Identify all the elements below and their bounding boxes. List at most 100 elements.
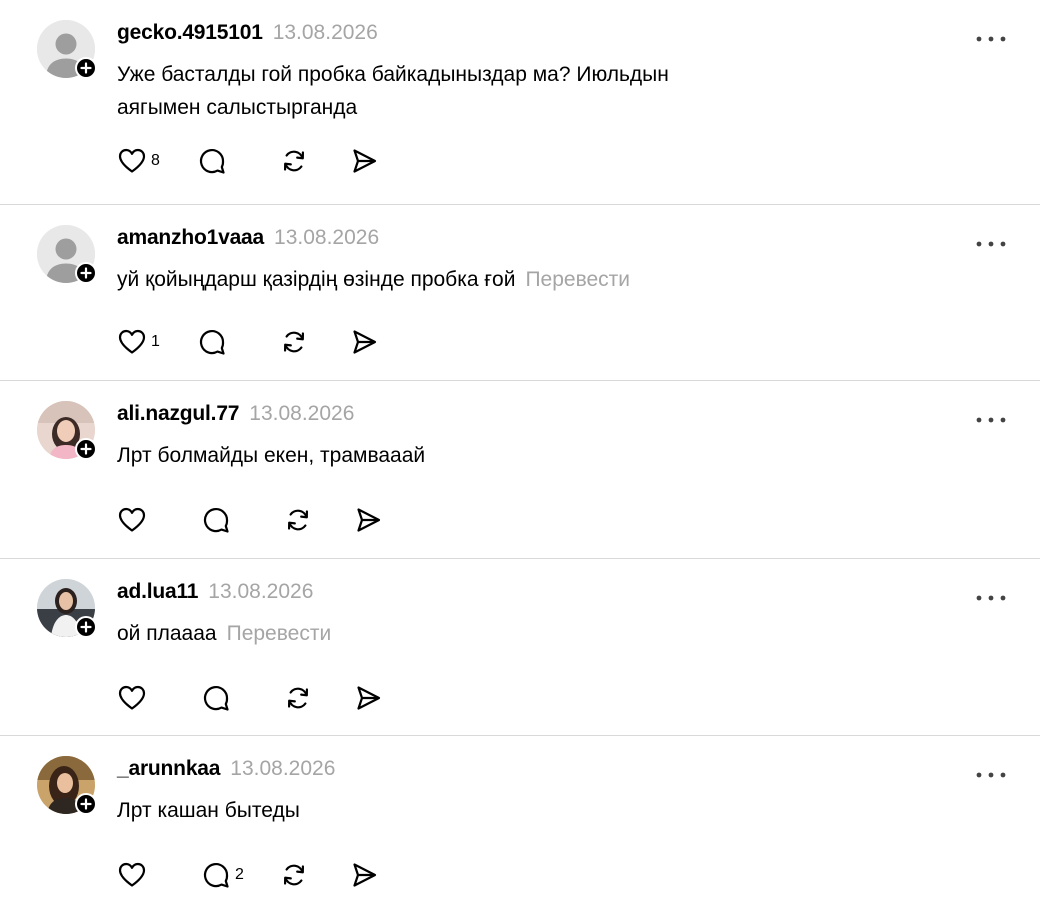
comment-text-line: аягымен салыстырганда	[117, 91, 817, 124]
send-plane-icon	[353, 505, 383, 535]
share-button[interactable]	[349, 146, 379, 176]
comment-post: gecko.4915101 13.08.2026 Уже басталды гой …	[0, 0, 1040, 205]
post-date: 13.08.2026	[249, 402, 355, 425]
post-header: ad.lua11 13.08.2026	[117, 580, 313, 606]
post-header: ali.nazgul.77 13.08.2026	[117, 402, 354, 428]
follow-plus-icon[interactable]	[75, 616, 97, 638]
repost-button[interactable]	[283, 505, 313, 535]
comment-text-content: Уже басталды гой пробка байкадыныздар ма…	[117, 63, 669, 86]
comment-bubble-icon	[201, 860, 231, 890]
comment-bubble-icon	[201, 505, 231, 535]
share-button[interactable]	[349, 327, 379, 357]
translate-link[interactable]: Перевести	[227, 622, 332, 645]
comment-bubble-icon	[197, 146, 227, 176]
username-link[interactable]: amanzho1vaaa	[117, 226, 264, 250]
comment-text-line: Уже басталды гой пробка байкадыныздар ма…	[117, 58, 817, 91]
reply-button[interactable]	[197, 327, 227, 357]
heart-icon	[117, 146, 147, 176]
comment-bubble-icon	[201, 683, 231, 713]
comment-text-line: Лрт болмайды екен, трамвааай	[117, 439, 817, 472]
comment-text: Уже басталды гой пробка байкадыныздар ма…	[117, 58, 817, 124]
follow-plus-icon[interactable]	[75, 438, 97, 460]
follow-plus-icon[interactable]	[75, 793, 97, 815]
like-button[interactable]: 8	[117, 146, 160, 176]
comment-post: ad.lua11 13.08.2026 ой плаааа Перевести	[0, 559, 1040, 736]
comment-text-line: Лрт кашан бытеды	[117, 794, 817, 827]
repost-arrows-icon	[283, 505, 313, 535]
repost-arrows-icon	[279, 860, 309, 890]
post-date: 13.08.2026	[274, 226, 380, 249]
post-header: _arunnkaa 13.08.2026	[117, 757, 335, 783]
post-date: 13.08.2026	[272, 21, 378, 44]
post-header: amanzho1vaaa 13.08.2026	[117, 226, 379, 252]
repost-arrows-icon	[283, 683, 313, 713]
more-dots-icon[interactable]	[975, 766, 1007, 778]
post-header: gecko.4915101 13.08.2026	[117, 21, 378, 47]
share-button[interactable]	[353, 505, 383, 535]
action-bar	[117, 505, 383, 535]
comment-text-content: Лрт болмайды екен, трамвааай	[117, 444, 426, 467]
like-button[interactable]	[117, 683, 147, 713]
repost-arrows-icon	[279, 327, 309, 357]
like-count: 1	[151, 333, 160, 350]
comment-text: Лрт кашан бытеды	[117, 794, 817, 827]
reply-button[interactable]	[201, 683, 231, 713]
post-date: 13.08.2026	[208, 580, 314, 603]
heart-icon	[117, 505, 147, 535]
comment-post: ali.nazgul.77 13.08.2026 Лрт болмайды екен…	[0, 381, 1040, 559]
send-plane-icon	[349, 146, 379, 176]
action-bar: 1	[117, 327, 379, 357]
avatar[interactable]	[37, 579, 97, 639]
avatar[interactable]	[37, 20, 97, 80]
follow-plus-icon[interactable]	[75, 57, 97, 79]
send-plane-icon	[353, 683, 383, 713]
repost-button[interactable]	[283, 683, 313, 713]
action-bar	[117, 683, 383, 713]
comment-post: amanzho1vaaa 13.08.2026 уй қойыңдарш қазір…	[0, 205, 1040, 381]
repost-button[interactable]	[279, 146, 309, 176]
share-button[interactable]	[353, 683, 383, 713]
comment-post: _arunnkaa 13.08.2026 Лрт кашан бытеды 2	[0, 736, 1040, 900]
more-dots-icon[interactable]	[975, 411, 1007, 423]
more-dots-icon[interactable]	[975, 30, 1007, 42]
comment-text-content: Лрт кашан бытеды	[117, 799, 300, 822]
share-button[interactable]	[349, 860, 379, 890]
comment-bubble-icon	[197, 327, 227, 357]
more-dots-icon[interactable]	[975, 235, 1007, 247]
username-link[interactable]: ad.lua11	[117, 580, 198, 604]
repost-arrows-icon	[279, 146, 309, 176]
reply-button[interactable]: 2	[201, 860, 244, 890]
follow-plus-icon[interactable]	[75, 262, 97, 284]
comment-text-content: уй қойыңдарш қазірдің өзінде пробка ғой	[117, 268, 516, 291]
comment-feed: gecko.4915101 13.08.2026 Уже басталды гой …	[0, 0, 1040, 900]
post-date: 13.08.2026	[230, 757, 336, 780]
like-button[interactable]: 1	[117, 327, 160, 357]
avatar[interactable]	[37, 225, 97, 285]
like-count: 8	[151, 152, 160, 169]
repost-button[interactable]	[279, 327, 309, 357]
avatar[interactable]	[37, 756, 97, 816]
send-plane-icon	[349, 327, 379, 357]
heart-icon	[117, 327, 147, 357]
avatar[interactable]	[37, 401, 97, 461]
reply-count: 2	[235, 866, 244, 883]
username-link[interactable]: gecko.4915101	[117, 21, 263, 45]
reply-button[interactable]	[201, 505, 231, 535]
reply-button[interactable]	[197, 146, 227, 176]
like-button[interactable]	[117, 860, 147, 890]
action-bar: 8	[117, 146, 379, 176]
comment-text-content: ой плаааа	[117, 622, 217, 645]
more-dots-icon[interactable]	[975, 589, 1007, 601]
username-link[interactable]: _arunnkaa	[117, 757, 220, 781]
like-button[interactable]	[117, 505, 147, 535]
translate-link[interactable]: Перевести	[525, 268, 630, 291]
heart-icon	[117, 860, 147, 890]
repost-button[interactable]	[279, 860, 309, 890]
comment-text-line: уй қойыңдарш қазірдің өзінде пробка ғой П…	[117, 263, 817, 296]
heart-icon	[117, 683, 147, 713]
action-bar: 2	[117, 860, 379, 890]
comment-text: уй қойыңдарш қазірдің өзінде пробка ғой П…	[117, 263, 817, 296]
comment-text-line: ой плаааа Перевести	[117, 617, 817, 650]
comment-text-content: аягымен салыстырганда	[117, 96, 358, 119]
username-link[interactable]: ali.nazgul.77	[117, 402, 239, 426]
